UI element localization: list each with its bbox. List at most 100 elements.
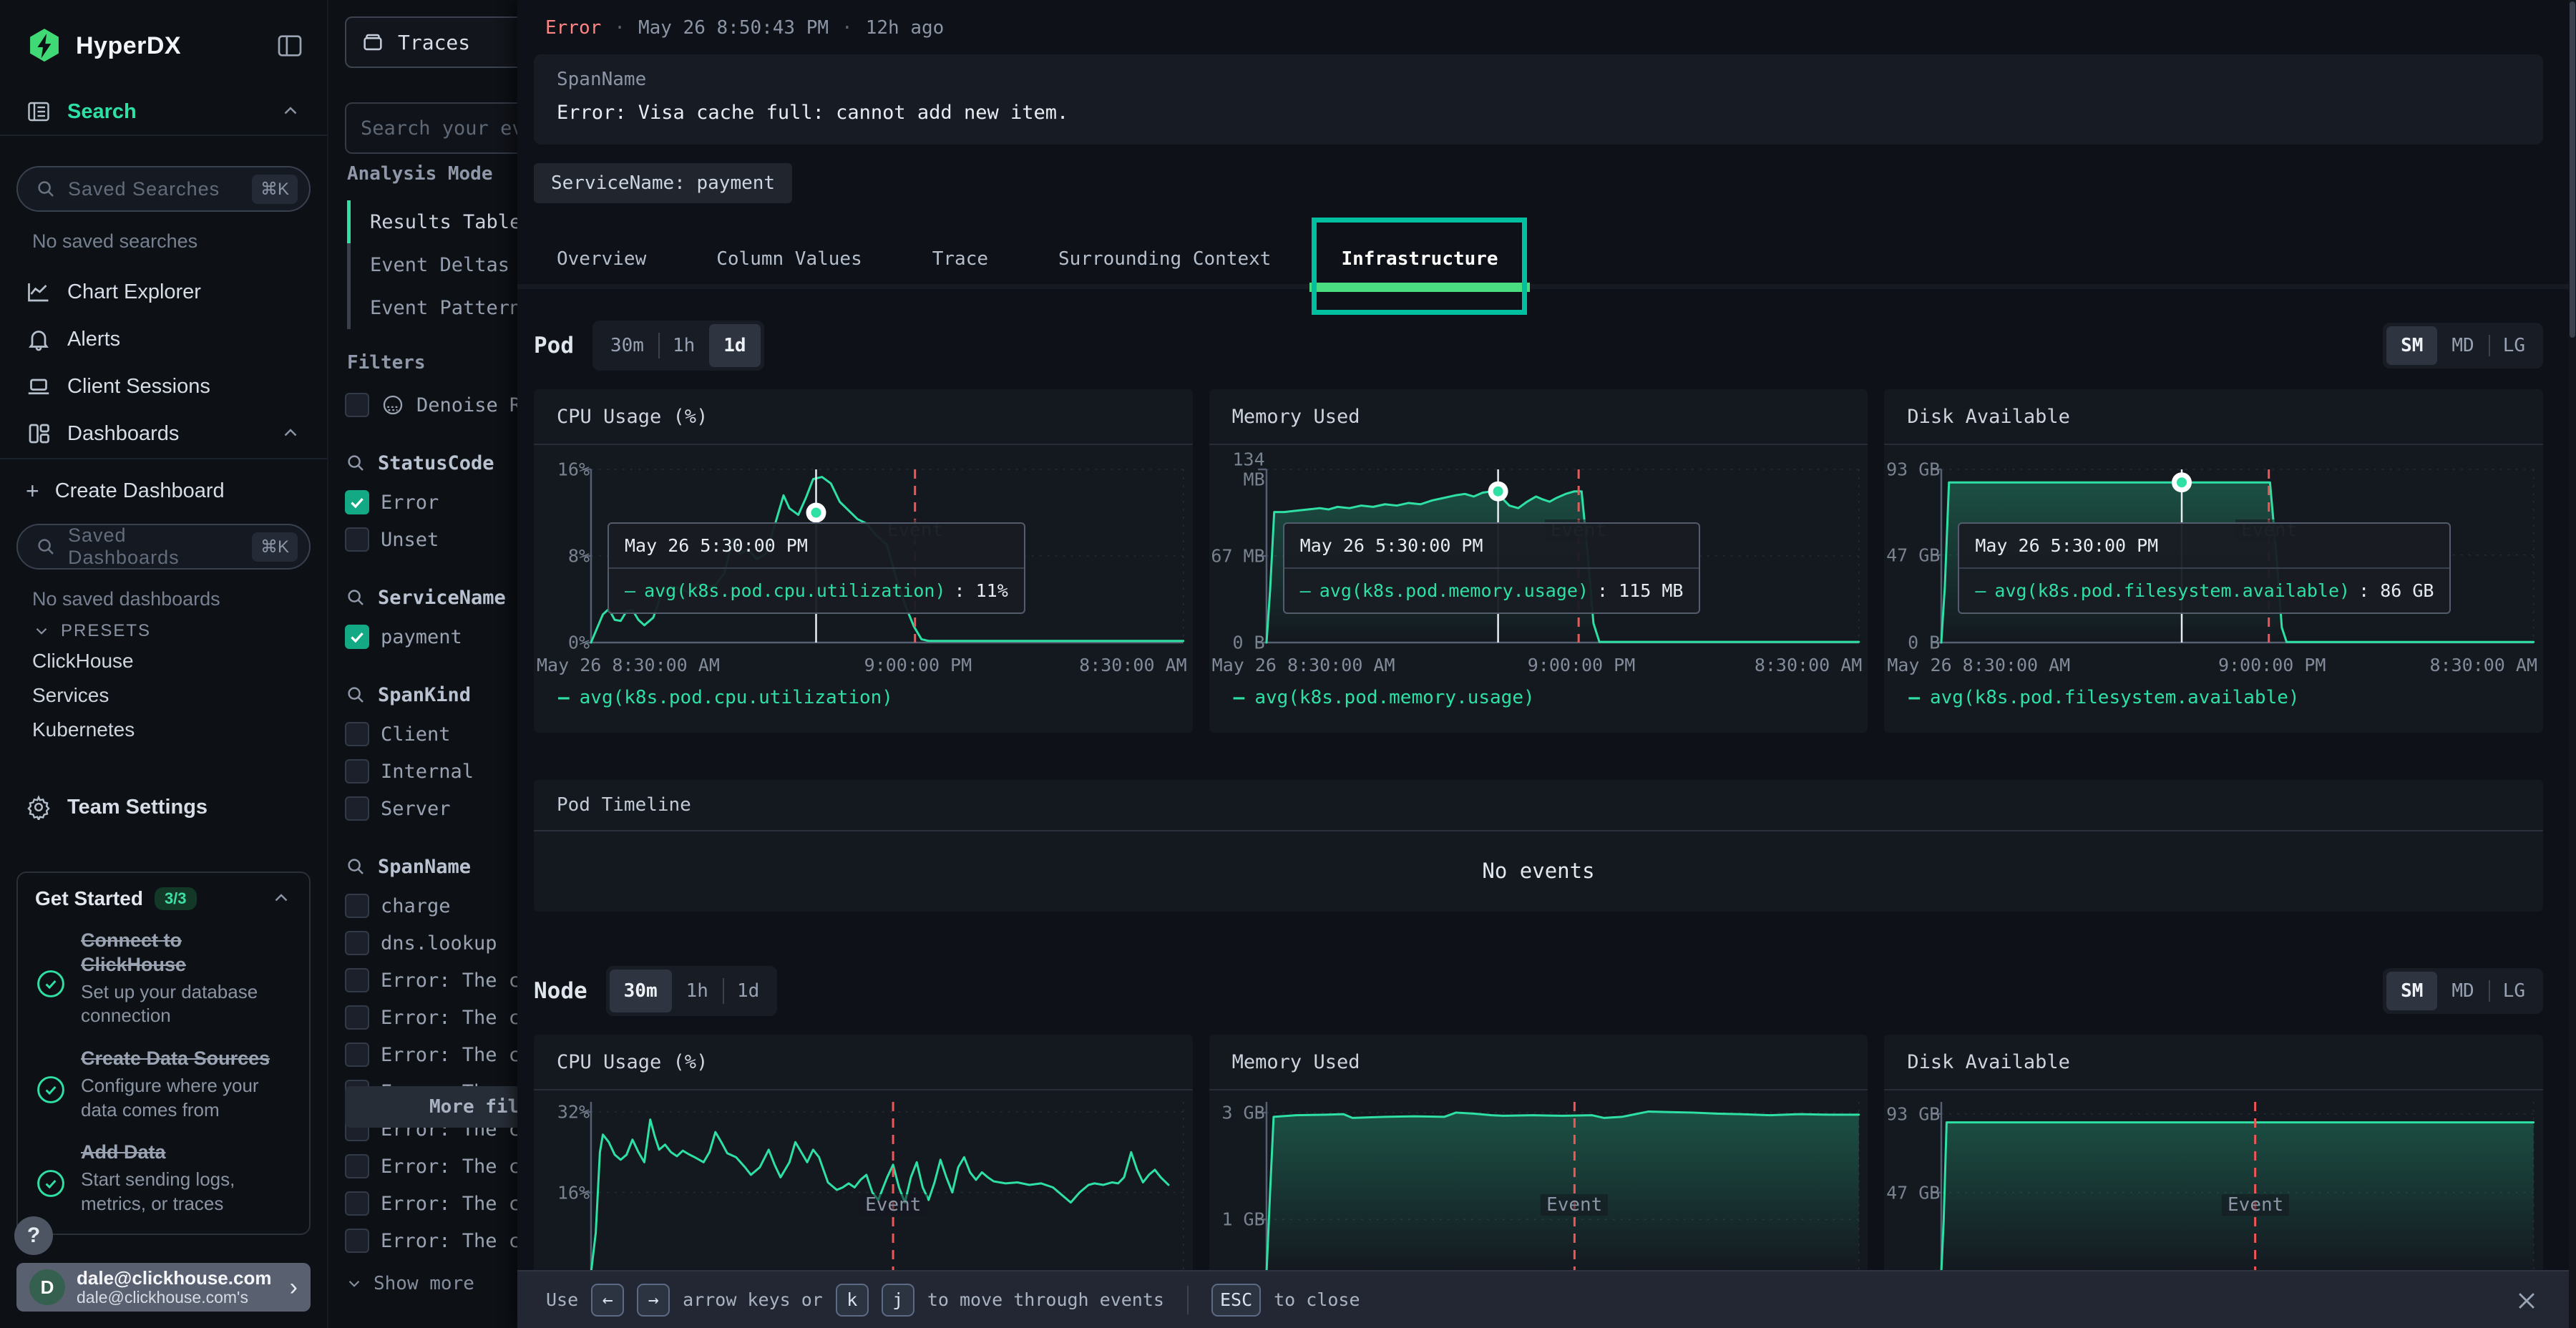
preset-clickhouse[interactable]: ClickHouse	[32, 650, 134, 673]
checkbox-unchecked[interactable]	[345, 722, 369, 746]
app-root: HyperDX Search Saved Searches ⌘K No save…	[0, 0, 2576, 1328]
sidebar-collapse-icon[interactable]	[274, 30, 306, 62]
show-more-button[interactable]: Show more	[328, 1265, 517, 1302]
more-filters-button[interactable]: More fil	[345, 1086, 517, 1128]
preset-kubernetes[interactable]: Kubernetes	[32, 718, 135, 741]
node-range-1h[interactable]: 1h	[672, 970, 723, 1012]
node-range-30m[interactable]: 30m	[610, 970, 672, 1012]
checkbox-unchecked[interactable]	[345, 1191, 369, 1216]
saved-searches-placeholder: Saved Searches	[68, 178, 240, 200]
tab-trace[interactable]: Trace	[914, 229, 1007, 289]
filter-option[interactable]: Client	[328, 716, 517, 753]
x-tick-end: 8:30:00 AM	[1755, 655, 1863, 675]
get-started-card: Get Started 3/3 Connect to ClickHouseSet…	[16, 872, 311, 1235]
sidebar-item-chart-explorer[interactable]: Chart Explorer	[0, 272, 327, 312]
filter-option[interactable]: Error: The cr	[328, 962, 517, 999]
tab-column-values[interactable]: Column Values	[698, 229, 881, 289]
sidebar-item-alerts[interactable]: Alerts	[0, 319, 327, 359]
chevron-up-icon[interactable]	[270, 888, 292, 909]
filter-group-name: StatusCode	[378, 452, 494, 474]
pod-section-title: Pod	[534, 333, 574, 358]
logo-row: HyperDX	[26, 26, 306, 66]
checkbox-unchecked[interactable]	[345, 393, 369, 417]
get-started-item[interactable]: Add DataStart sending logs, metrics, or …	[35, 1141, 292, 1216]
chevron-up-icon	[280, 423, 301, 444]
pod-range-1h[interactable]: 1h	[658, 324, 709, 367]
filter-option[interactable]: Error: The cr	[328, 1222, 517, 1259]
saved-searches-input[interactable]: Saved Searches ⌘K	[16, 166, 311, 212]
tab-infrastructure[interactable]: Infrastructure	[1322, 229, 1516, 289]
checkbox-unchecked[interactable]	[345, 894, 369, 918]
checkbox-checked[interactable]	[345, 625, 369, 649]
scrollbar[interactable]	[2569, 0, 2576, 1328]
pod-timeline-title: Pod Timeline	[534, 780, 2543, 831]
tooltip-series-name: avg(k8s.pod.memory.usage)	[1319, 580, 1589, 601]
search-icon	[345, 587, 366, 608]
close-icon[interactable]	[2514, 1289, 2539, 1313]
checkbox-unchecked[interactable]	[345, 1043, 369, 1067]
tooltip-value: : 115 MB	[1597, 580, 1683, 601]
saved-dashboards-input[interactable]: Saved Dashboards ⌘K	[16, 524, 311, 570]
checkbox-unchecked[interactable]	[345, 527, 369, 552]
service-name-tag[interactable]: ServiceName: payment	[534, 163, 792, 203]
sidebar-item-client-sessions[interactable]: Client Sessions	[0, 366, 327, 406]
analysis-option-event-patterns[interactable]: Event Patterns	[347, 286, 517, 329]
y-axis-tick: 67 MB	[1209, 546, 1265, 566]
checkbox-unchecked[interactable]	[345, 1154, 369, 1178]
help-button[interactable]: ?	[14, 1216, 53, 1255]
get-started-item[interactable]: Connect to ClickHouseSet up your databas…	[35, 929, 292, 1028]
checkbox-unchecked[interactable]	[345, 1005, 369, 1030]
node-size-md[interactable]: MD	[2437, 972, 2488, 1010]
get-started-item[interactable]: Create Data SourcesConfigure where your …	[35, 1047, 292, 1122]
node-size-lg[interactable]: LG	[2489, 972, 2540, 1010]
denoise-toggle[interactable]: Denoise Re	[328, 386, 517, 424]
filter-option[interactable]: Server	[328, 790, 517, 827]
pod-size-lg[interactable]: LG	[2489, 326, 2540, 365]
tab-overview[interactable]: Overview	[538, 229, 665, 289]
node-size-sm[interactable]: SM	[2386, 972, 2437, 1010]
filter-option[interactable]: charge	[328, 887, 517, 924]
filter-option[interactable]: Error: The cr	[328, 1148, 517, 1185]
tab-surrounding-context[interactable]: Surrounding Context	[1040, 229, 1289, 289]
filter-option[interactable]: Error: The cr	[328, 1185, 517, 1222]
span-name-card: SpanName Error: Visa cache full: cannot …	[534, 54, 2543, 145]
presets-toggle[interactable]: PRESETS	[32, 621, 151, 641]
x-axis-ticks: May 26 8:30:00 AM9:00:00 PM8:30:00 AM	[1887, 655, 2537, 678]
checkbox-checked[interactable]	[345, 490, 369, 514]
checkbox-unchecked[interactable]	[345, 931, 369, 955]
checkbox-unchecked[interactable]	[345, 796, 369, 821]
filter-option[interactable]: Error	[328, 484, 517, 521]
checkbox-unchecked[interactable]	[345, 759, 369, 783]
filter-option[interactable]: dns.lookup	[328, 924, 517, 962]
scrollbar-thumb[interactable]	[2570, 1, 2575, 338]
sidebar-item-team-settings[interactable]: Team Settings	[0, 787, 327, 827]
filter-option[interactable]: Unset	[328, 521, 517, 558]
pod-size-sm[interactable]: SM	[2386, 326, 2437, 365]
pod-range-30m[interactable]: 30m	[596, 324, 658, 367]
pod-size-md[interactable]: MD	[2437, 326, 2488, 365]
sidebar-item-dashboards[interactable]: Dashboards	[0, 414, 327, 454]
analysis-option-results-table[interactable]: Results Table	[347, 200, 517, 243]
node-time-range-control: 30m1h1d	[606, 966, 778, 1016]
chevron-down-icon	[32, 622, 51, 640]
pod-range-1d[interactable]: 1d	[709, 324, 760, 367]
filter-option[interactable]: Internal	[328, 753, 517, 790]
node-range-1d[interactable]: 1d	[723, 970, 774, 1012]
chart-legend: —avg(k8s.pod.memory.usage)	[1234, 687, 1535, 708]
checkbox-unchecked[interactable]	[345, 968, 369, 992]
user-menu[interactable]: D dale@clickhouse.com dale@clickhouse.co…	[16, 1263, 311, 1312]
laptop-icon	[26, 374, 52, 399]
sidebar-item-search[interactable]: Search	[0, 92, 327, 132]
source-select[interactable]: Traces	[345, 16, 517, 68]
filter-option[interactable]: payment	[328, 618, 517, 655]
filter-option[interactable]: Error: The cr	[328, 1036, 517, 1073]
analysis-mode-label: Analysis Mode	[347, 163, 493, 185]
create-dashboard-button[interactable]: + Create Dashboard	[0, 471, 327, 511]
search-section-icon	[26, 99, 52, 125]
checkbox-unchecked[interactable]	[345, 1229, 369, 1253]
filter-option[interactable]: Error: The cr	[328, 999, 517, 1036]
analysis-option-event-deltas[interactable]: Event Deltas	[347, 243, 517, 286]
tooltip-value: : 11%	[955, 580, 1008, 601]
event-search-input[interactable]: Search your ev	[345, 102, 517, 154]
preset-services[interactable]: Services	[32, 684, 109, 707]
